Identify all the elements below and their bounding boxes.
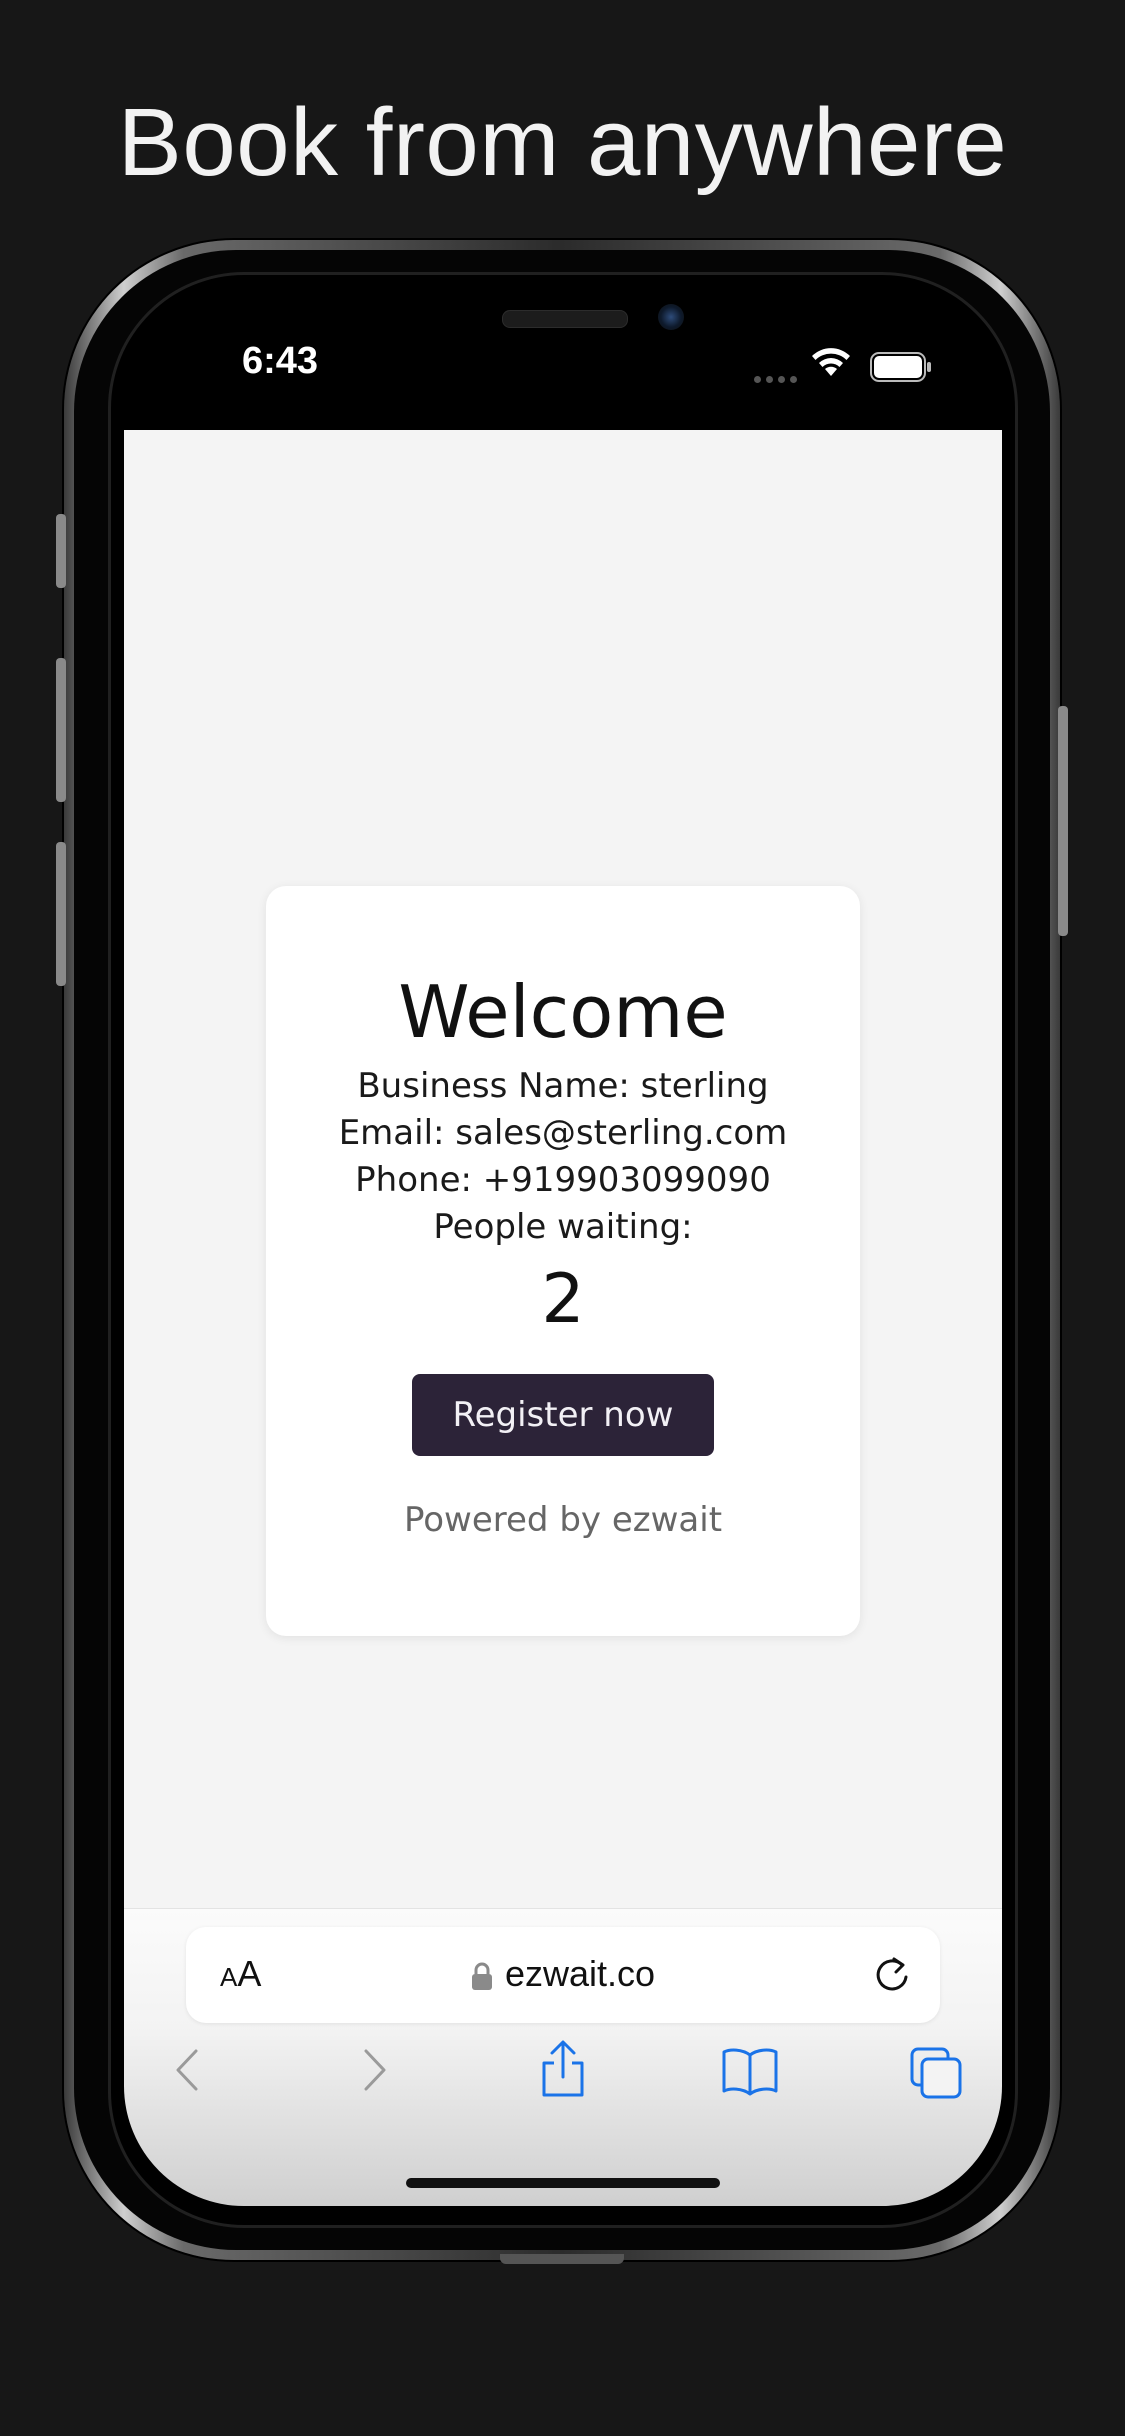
email-text: Email: sales@sterling.com <box>338 1113 788 1153</box>
side-button-volume-up <box>56 658 66 802</box>
wifi-icon <box>812 348 850 376</box>
welcome-card: Welcome Business Name: sterling Email: s… <box>266 886 860 1636</box>
share-icon[interactable] <box>538 2039 588 2099</box>
people-waiting-count: 2 <box>541 1260 585 1339</box>
book-icon[interactable] <box>720 2045 780 2097</box>
web-page: Welcome Business Name: sterling Email: s… <box>124 430 1002 1908</box>
cellular-signal-icon <box>754 368 802 387</box>
home-indicator[interactable] <box>406 2178 720 2188</box>
side-button-silent <box>56 514 66 588</box>
phone-screen: 6:43 Welcome Business Name: sterling Ema… <box>124 282 1002 2206</box>
side-button-volume-down <box>56 842 66 986</box>
battery-icon <box>870 352 931 382</box>
url-text: ezwait.co <box>504 1953 656 1994</box>
lock-icon <box>471 1963 492 1991</box>
earpiece-speaker <box>502 310 628 328</box>
people-waiting-label: People waiting: <box>433 1207 693 1247</box>
browser-toolbar <box>124 2040 1002 2115</box>
front-camera <box>658 304 684 330</box>
url-display[interactable]: ezwait.co <box>186 1953 940 1995</box>
back-chevron-icon[interactable] <box>172 2045 202 2095</box>
status-time: 6:43 <box>242 340 319 382</box>
business-name-text: Business Name: sterling <box>357 1066 769 1106</box>
phone-bottom-detail <box>500 2254 624 2264</box>
register-now-button[interactable]: Register now <box>412 1374 714 1456</box>
reload-icon[interactable] <box>872 1953 912 1995</box>
side-button-power <box>1058 706 1068 936</box>
forward-chevron-icon[interactable] <box>360 2045 390 2095</box>
promo-headline: Book from anywhere <box>117 89 1008 196</box>
address-bar[interactable]: AA ezwait.co <box>186 1927 940 2023</box>
powered-by-text: Powered by ezwait <box>403 1500 723 1540</box>
tabs-icon[interactable] <box>908 2045 964 2101</box>
phone-text: Phone: +919903099090 <box>355 1160 771 1200</box>
safari-bottom-bar: AA ezwait.co <box>124 1908 1002 2206</box>
welcome-title: Welcome <box>398 970 728 1054</box>
